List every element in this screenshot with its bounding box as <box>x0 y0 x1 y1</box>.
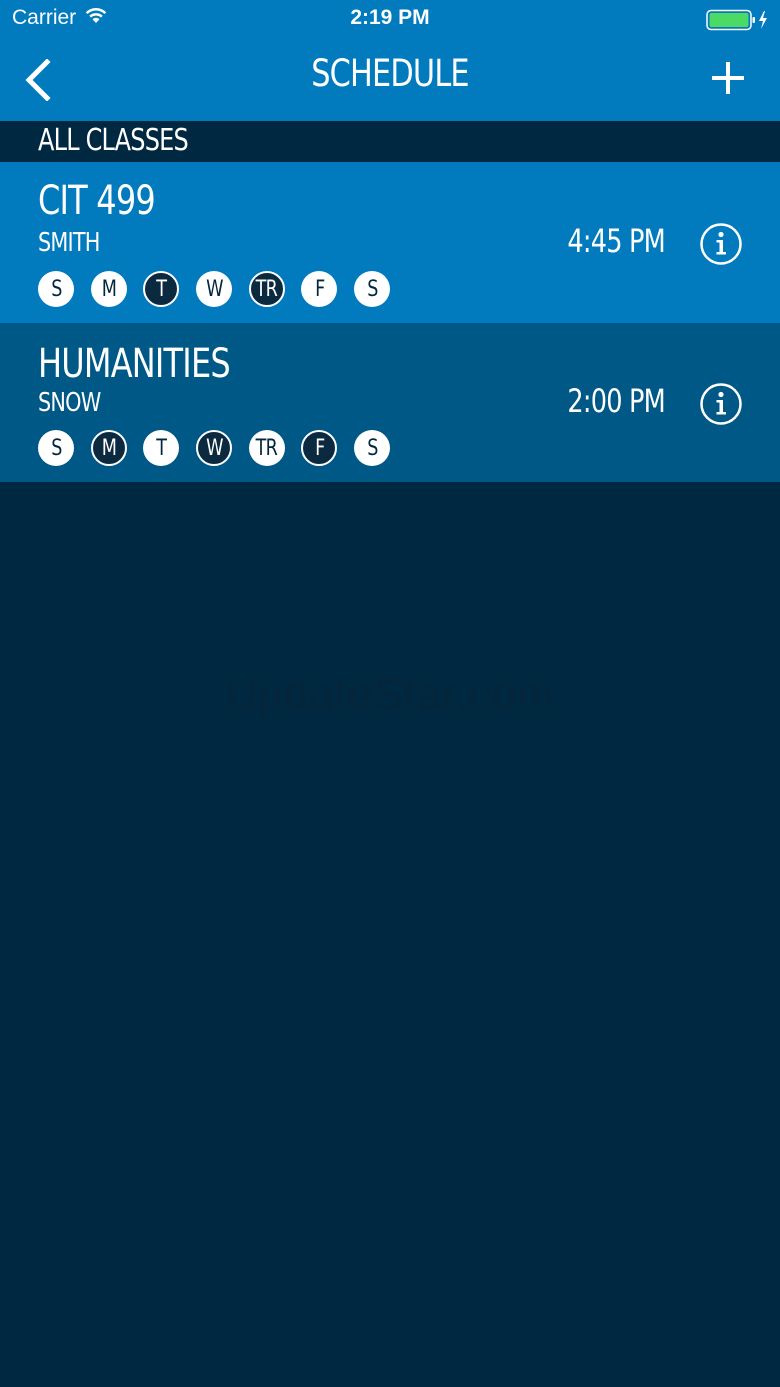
class-name: CIT 499 <box>38 178 156 224</box>
back-button[interactable] <box>16 54 60 106</box>
page-title: SCHEDULE <box>311 52 469 95</box>
day-sunday: S <box>38 430 74 466</box>
info-circle-icon <box>700 383 742 425</box>
day-saturday: S <box>354 271 391 307</box>
class-time: 4:45 PM <box>567 222 665 260</box>
battery-charging-icon <box>706 9 772 31</box>
day-thursday: TR <box>248 271 285 307</box>
day-wednesday: W <box>196 271 233 307</box>
day-monday: M <box>90 271 127 307</box>
plus-icon <box>712 62 744 94</box>
day-friday: F <box>301 430 338 466</box>
day-friday: F <box>301 271 338 307</box>
day-sunday: S <box>38 271 74 307</box>
day-tuesday: T <box>143 430 180 466</box>
day-thursday: TR <box>248 430 285 466</box>
day-indicators: S M T W TR F S <box>38 430 407 466</box>
class-info-button[interactable] <box>699 222 743 266</box>
class-time: 2:00 PM <box>567 382 665 420</box>
watermark: UpdateStar.com <box>225 670 555 719</box>
class-row[interactable]: CIT 499 SMITH S M T W TR F S 4:45 PM <box>0 162 780 323</box>
day-monday: M <box>90 430 127 466</box>
section-title: ALL CLASSES <box>38 123 189 158</box>
schedule-screen: Carrier 2:19 PM SCHEDULE ALL CLASSES CIT… <box>0 0 780 1387</box>
add-class-button[interactable] <box>706 56 750 100</box>
class-row[interactable]: HUMANITIES SNOW S M T W TR F S 2:00 PM <box>0 323 780 482</box>
status-time: 2:19 PM <box>350 6 430 29</box>
info-circle-icon <box>700 223 742 265</box>
class-info-button[interactable] <box>699 382 743 426</box>
class-name: HUMANITIES <box>38 341 231 387</box>
instructor-name: SNOW <box>38 388 101 418</box>
status-bar: Carrier 2:19 PM <box>0 0 780 40</box>
header: Carrier 2:19 PM SCHEDULE <box>0 0 780 121</box>
day-indicators: S M T W TR F S <box>38 271 407 307</box>
day-wednesday: W <box>196 430 233 466</box>
day-tuesday: T <box>143 271 180 307</box>
day-saturday: S <box>354 430 391 466</box>
instructor-name: SMITH <box>38 228 100 258</box>
section-header: ALL CLASSES <box>0 121 780 162</box>
chevron-left-icon <box>25 59 51 101</box>
navigation-bar: SCHEDULE <box>0 40 780 121</box>
